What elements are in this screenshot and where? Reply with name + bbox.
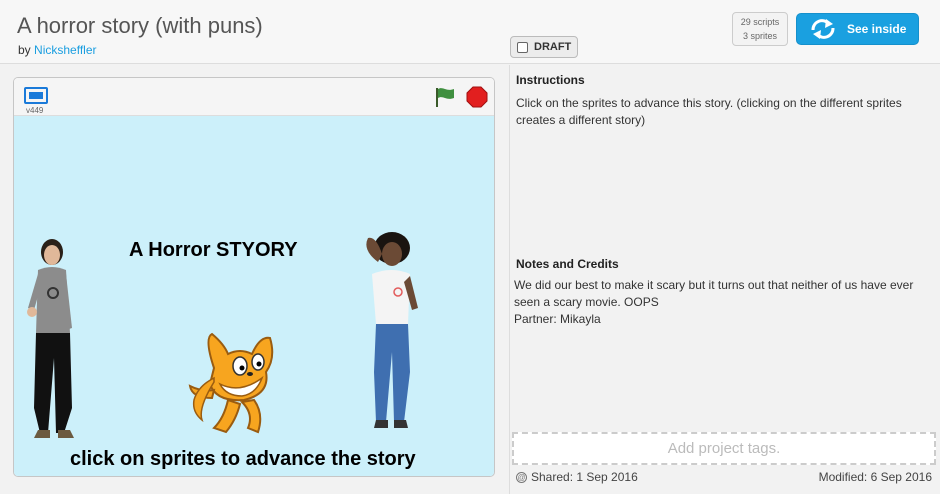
scratch-cat-sprite[interactable] — [184, 328, 284, 436]
scripts-count: 29 scripts — [740, 17, 780, 27]
see-inside-button[interactable]: See inside — [796, 13, 919, 45]
instructions-heading: Instructions — [516, 73, 585, 87]
man-sprite[interactable] — [348, 232, 424, 432]
add-tags-field[interactable]: Add project tags. — [512, 432, 936, 465]
girl-sprite[interactable] — [24, 238, 104, 448]
notes-heading: Notes and Credits — [516, 257, 619, 271]
modified-date: Modified: 6 Sep 2016 — [818, 470, 932, 484]
stop-icon[interactable] — [466, 86, 488, 108]
share-icon: @ — [516, 471, 527, 483]
see-inside-label: See inside — [847, 22, 907, 36]
player-version: v449 — [26, 106, 44, 115]
draft-checkbox[interactable] — [517, 41, 528, 53]
project-header: A horror story (with puns) by Nicksheffl… — [0, 0, 940, 64]
instructions-text: Click on the sprites to advance this sto… — [516, 96, 902, 127]
draft-toggle[interactable]: DRAFT — [510, 36, 578, 58]
notes-line: Partner: Mikayla — [514, 312, 601, 326]
project-stats: 29 scripts 3 sprites — [732, 12, 788, 46]
byline: by Nicksheffler — [18, 43, 97, 57]
notes-line: We did our best to make it scary but it … — [514, 278, 914, 309]
player-controls: v449 — [14, 78, 494, 116]
draft-label: DRAFT — [534, 41, 572, 53]
shared-label: Shared: 1 Sep 2016 — [531, 470, 638, 484]
project-info-panel: Instructions Click on the sprites to adv… — [509, 65, 940, 494]
project-title: A horror story (with puns) — [17, 13, 263, 38]
remix-arrows-icon — [811, 19, 835, 39]
author-link[interactable]: Nicksheffler — [34, 43, 96, 57]
project-page: A horror story (with puns) by Nicksheffl… — [0, 0, 940, 494]
project-player: v449 A Horror STYORY click on sprites to… — [13, 77, 495, 477]
shared-date: @ Shared: 1 Sep 2016 — [516, 470, 638, 484]
stage[interactable]: A Horror STYORY click on sprites to adva… — [14, 116, 494, 476]
sprites-count: 3 sprites — [742, 31, 777, 41]
stage-heading: A Horror STYORY — [129, 239, 298, 261]
by-prefix: by — [18, 43, 31, 57]
green-flag-icon[interactable] — [434, 86, 456, 108]
fullscreen-icon[interactable] — [24, 87, 48, 104]
stage-footer: click on sprites to advance the story — [70, 448, 416, 470]
notes-text: We did our best to make it scary but it … — [514, 277, 934, 328]
